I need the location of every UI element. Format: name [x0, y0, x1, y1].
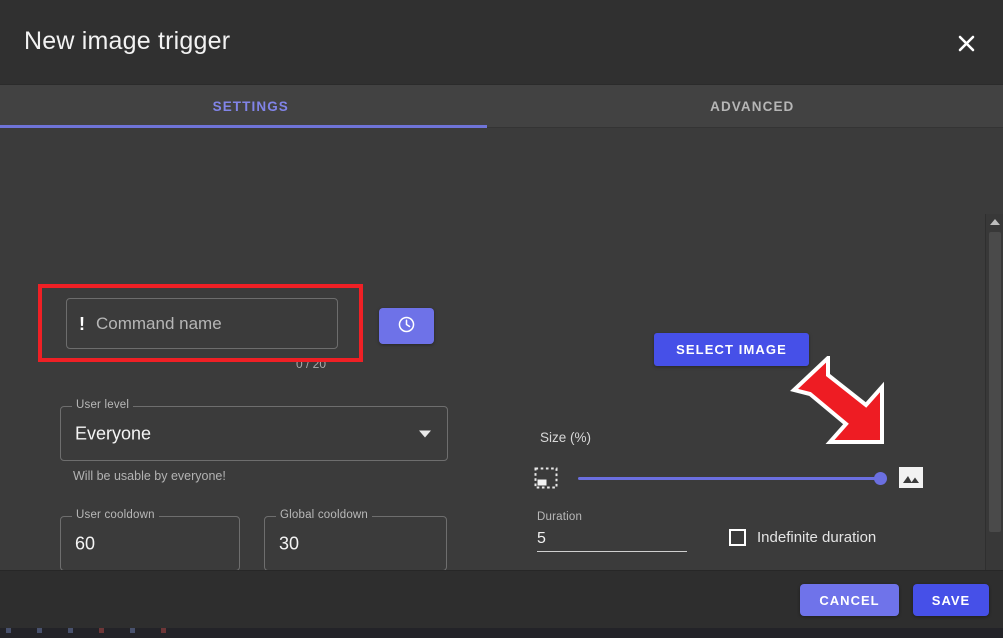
clock-icon: [397, 315, 416, 337]
background-cell: [6, 628, 11, 633]
background-cell: [37, 628, 42, 633]
duration-input[interactable]: 5: [537, 526, 687, 552]
global-cooldown-label: Global cooldown: [276, 509, 373, 521]
global-cooldown-input[interactable]: Global cooldown 30: [264, 509, 447, 570]
large-image-icon: [898, 466, 924, 489]
dialog-tabs: SETTINGS ADVANCED: [0, 85, 1003, 128]
user-level-value: Everyone: [75, 423, 152, 443]
exclamation-prefix-icon: !: [79, 313, 85, 334]
save-button[interactable]: SAVE: [913, 584, 989, 616]
timer-button[interactable]: [379, 308, 434, 344]
annotation-red-arrow-icon: [789, 353, 888, 446]
checkbox-box-icon: [729, 529, 746, 546]
background-cell: [68, 628, 73, 633]
duration-label: Duration: [537, 511, 583, 523]
tab-settings[interactable]: SETTINGS: [0, 85, 502, 127]
user-level-helper-text: Will be usable by everyone!: [73, 469, 226, 483]
image-column: SELECT IMAGE Size (%) Duration 5 Indefin…: [500, 128, 1003, 570]
global-cooldown-value: 30: [279, 533, 300, 553]
settings-column: ! Command name 0 / 20 User level Everyon…: [0, 128, 500, 570]
user-cooldown-value: 60: [75, 533, 96, 553]
background-cell: [99, 628, 104, 633]
dialog-scrollbar[interactable]: [985, 214, 1003, 570]
small-image-icon: [534, 467, 558, 489]
user-level-select[interactable]: User level Everyone: [60, 399, 448, 461]
size-slider-track[interactable]: [578, 477, 886, 480]
background-page-sliver: [0, 628, 1003, 638]
select-image-button[interactable]: SELECT IMAGE: [654, 333, 809, 366]
user-level-label: User level: [72, 399, 134, 411]
screen-root: New image trigger SETTINGS ADVANCED ! Co…: [0, 0, 1003, 638]
background-dot-icon: [161, 628, 166, 633]
command-name-input[interactable]: ! Command name: [66, 298, 338, 349]
size-slider-thumb[interactable]: [874, 472, 887, 485]
close-icon[interactable]: [951, 28, 981, 58]
background-dot-icon: [6, 628, 11, 633]
cancel-button[interactable]: CANCEL: [800, 584, 899, 616]
dialog-body: ! Command name 0 / 20 User level Everyon…: [0, 128, 1003, 570]
dialog-footer: CANCEL SAVE: [0, 570, 1003, 628]
dialog-title: New image trigger: [24, 27, 231, 55]
size-label: Size (%): [540, 430, 592, 445]
size-slider[interactable]: [534, 464, 924, 494]
tab-advanced[interactable]: ADVANCED: [502, 85, 1003, 127]
chevron-down-icon: [419, 430, 431, 437]
user-cooldown-label: User cooldown: [72, 509, 159, 521]
background-page-row: [0, 628, 1003, 638]
indefinite-duration-label: Indefinite duration: [757, 529, 877, 546]
new-image-trigger-dialog: New image trigger SETTINGS ADVANCED ! Co…: [0, 0, 1003, 628]
background-dot-icon: [68, 628, 73, 633]
command-name-counter: 0 / 20: [296, 357, 327, 371]
dialog-titlebar: New image trigger: [0, 0, 1003, 85]
command-name-placeholder: Command name: [96, 313, 222, 333]
background-dot-icon: [130, 628, 135, 633]
user-cooldown-input[interactable]: User cooldown 60: [60, 509, 240, 570]
background-cell: [130, 628, 135, 633]
scroll-up-icon[interactable]: [986, 214, 1003, 230]
background-cell: [161, 628, 166, 633]
duration-value: 5: [537, 530, 546, 547]
background-dot-icon: [99, 628, 104, 633]
background-dot-icon: [37, 628, 42, 633]
scrollbar-thumb[interactable]: [989, 232, 1001, 532]
indefinite-duration-checkbox[interactable]: Indefinite duration: [729, 529, 876, 546]
